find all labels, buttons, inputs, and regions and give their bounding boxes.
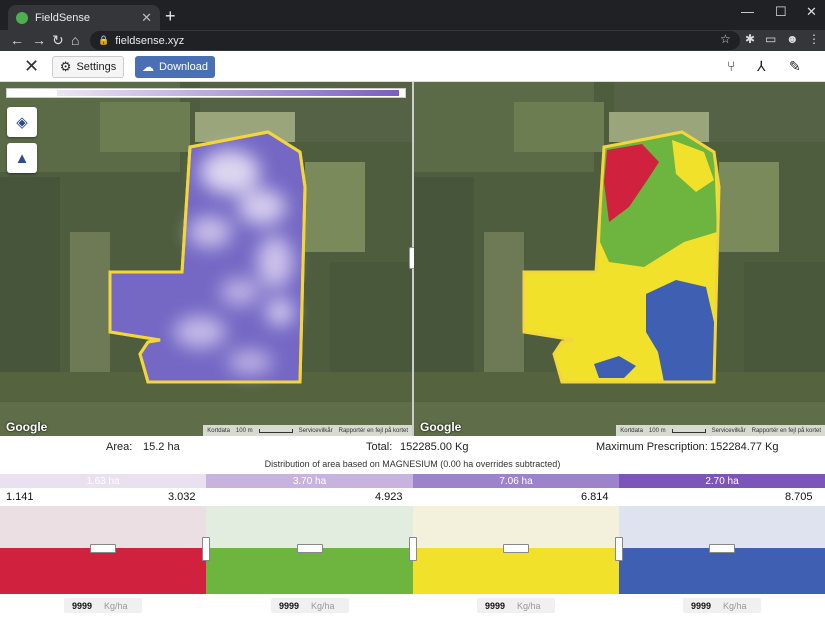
rate-slider-handle[interactable] bbox=[296, 544, 323, 553]
address-bar[interactable]: 🔒 fieldsense.xyz bbox=[90, 31, 740, 50]
rate-value[interactable]: 9999 bbox=[683, 601, 715, 611]
rate-zone[interactable] bbox=[0, 506, 206, 594]
rate-zone-track bbox=[619, 506, 825, 548]
class-boundary-value: 3.032 bbox=[168, 491, 196, 503]
google-logo: Google bbox=[420, 420, 462, 434]
reload-icon[interactable]: ↻ bbox=[52, 32, 64, 49]
tab-title: FieldSense bbox=[35, 11, 91, 24]
google-logo: Google bbox=[6, 420, 48, 434]
rate-zone[interactable] bbox=[206, 506, 413, 594]
area-class-bar: 2.70 ha bbox=[619, 474, 825, 488]
rate-zone-fill bbox=[0, 548, 206, 594]
soil-sample-map[interactable]: ◈ ▲ Google Kortdata 100 m Servicevilkår … bbox=[0, 82, 412, 436]
rate-slider-handle[interactable] bbox=[90, 544, 116, 553]
rate-zone-track bbox=[206, 506, 413, 548]
settings-label: Settings bbox=[76, 61, 117, 73]
rate-input[interactable]: 9999 Kg/ha bbox=[64, 598, 142, 613]
max-prescription-label: Maximum Prescription: bbox=[596, 441, 708, 453]
close-window-button[interactable]: ✕ bbox=[806, 4, 817, 20]
browser-tab[interactable]: FieldSense ✕ bbox=[8, 5, 160, 30]
total-value: 152285.00 Kg bbox=[400, 441, 469, 453]
class-boundary-value: 1.141 bbox=[6, 491, 34, 503]
scale-bar bbox=[671, 428, 706, 433]
cloud-download-icon: ☁ bbox=[142, 60, 155, 74]
distribution-title: Distribution of area based on MAGNESIUM … bbox=[264, 459, 561, 469]
layers-icon[interactable]: ◈ bbox=[7, 107, 37, 137]
fieldsense-favicon-icon bbox=[16, 11, 28, 24]
max-prescription-value: 152284.77 Kg bbox=[710, 441, 779, 453]
scale-bar bbox=[258, 428, 293, 433]
extensions-icon[interactable]: ✱ bbox=[745, 32, 755, 46]
rate-value[interactable]: 9999 bbox=[477, 601, 509, 611]
edit-pencil-icon[interactable]: ✎ bbox=[789, 58, 801, 75]
rate-unit: Kg/ha bbox=[104, 600, 128, 611]
area-value: 15.2 ha bbox=[143, 441, 180, 453]
maximize-window-button[interactable]: ☐ bbox=[775, 4, 787, 20]
class-boundary-value: 6.814 bbox=[581, 491, 609, 503]
rate-input[interactable]: 9999 Kg/ha bbox=[477, 598, 555, 613]
close-button[interactable]: ✕ bbox=[24, 56, 39, 77]
rate-unit: Kg/ha bbox=[723, 600, 747, 611]
download-label: Download bbox=[159, 61, 208, 73]
satellite-imagery-left bbox=[0, 82, 412, 436]
browser-tab-strip: FieldSense ✕ + — ☐ ✕ bbox=[0, 0, 825, 30]
browser-address-row: ← → ↻ ⌂ 🔒 fieldsense.xyz ☆ ✱ ▭ ☻ ⋮ bbox=[0, 30, 825, 51]
rate-unit: Kg/ha bbox=[517, 600, 541, 611]
legend-gradient-bar bbox=[6, 88, 406, 98]
rate-zone[interactable] bbox=[619, 506, 825, 594]
terrain-icon[interactable]: ▲ bbox=[7, 143, 37, 173]
forward-icon[interactable]: → bbox=[32, 32, 46, 48]
satellite-imagery-right bbox=[414, 82, 825, 436]
bookmark-star-icon[interactable]: ☆ bbox=[720, 32, 731, 46]
rate-slider-handle[interactable] bbox=[503, 544, 529, 553]
rate-zone-fill bbox=[206, 548, 413, 594]
area-class-bar: 1.63 ha bbox=[0, 474, 206, 488]
rate-input[interactable]: 9999 Kg/ha bbox=[683, 598, 761, 613]
total-label: Total: bbox=[366, 441, 393, 453]
rate-unit: Kg/ha bbox=[311, 600, 335, 611]
zone-boundary-handle[interactable] bbox=[409, 537, 417, 561]
minimize-window-button[interactable]: — bbox=[741, 4, 754, 19]
rate-zone-track bbox=[413, 506, 619, 548]
area-class-bar: 7.06 ha bbox=[413, 474, 619, 488]
rate-zone[interactable] bbox=[413, 506, 619, 594]
browser-menu-icon[interactable]: ⋮ bbox=[808, 32, 820, 46]
new-tab-button[interactable]: + bbox=[165, 6, 176, 27]
rate-zone-fill bbox=[619, 548, 825, 594]
prescription-stats: Area: 15.2 ha Total: 152285.00 Kg Maximu… bbox=[0, 437, 825, 456]
map-attribution: Kortdata 100 m Servicevilkår Rapportér e… bbox=[203, 425, 412, 436]
split-icon[interactable]: ⑂ bbox=[727, 58, 735, 74]
home-icon[interactable]: ⌂ bbox=[71, 32, 79, 48]
rate-input[interactable]: 9999 Kg/ha bbox=[271, 598, 349, 613]
area-label: Area: bbox=[106, 441, 133, 453]
zone-boundary-handle[interactable] bbox=[615, 537, 623, 561]
settings-button[interactable]: ⚙ Settings bbox=[52, 56, 124, 78]
rate-value[interactable]: 9999 bbox=[271, 601, 303, 611]
map-attribution: Kortdata 100 m Servicevilkår Rapportér e… bbox=[616, 425, 825, 436]
url-text: fieldsense.xyz bbox=[115, 34, 185, 47]
rate-value[interactable]: 9999 bbox=[64, 601, 96, 611]
gear-icon: ⚙ bbox=[59, 59, 72, 74]
rate-zone-fill bbox=[413, 548, 619, 594]
rate-slider-handle[interactable] bbox=[709, 544, 735, 553]
back-icon[interactable]: ← bbox=[10, 32, 24, 48]
merge-icon[interactable]: ⅄ bbox=[757, 58, 766, 75]
app-toolbar: ✕ ⚙ Settings ☁ Download ⑂ ⅄ ✎ bbox=[0, 51, 825, 82]
prescription-zone-map[interactable]: Google Kortdata 100 m Servicevilkår Rapp… bbox=[414, 82, 825, 436]
profile-avatar-icon[interactable]: ☻ bbox=[786, 32, 799, 46]
download-button[interactable]: ☁ Download bbox=[135, 56, 215, 78]
class-boundary-value: 8.705 bbox=[785, 491, 813, 503]
tab-close-icon[interactable]: ✕ bbox=[141, 10, 152, 26]
class-boundary-value: 4.923 bbox=[375, 491, 403, 503]
rate-zone-track bbox=[0, 506, 206, 548]
area-class-bar: 3.70 ha bbox=[206, 474, 413, 488]
zone-boundary-handle[interactable] bbox=[202, 537, 210, 561]
lock-icon: 🔒 bbox=[98, 35, 110, 45]
cast-icon[interactable]: ▭ bbox=[765, 32, 776, 46]
